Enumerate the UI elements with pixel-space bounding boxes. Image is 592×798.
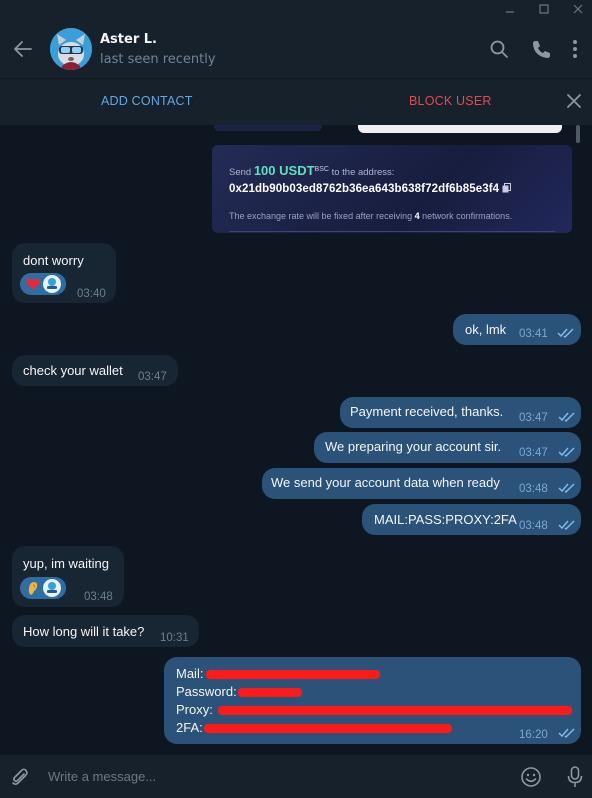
mail-label: Mail: bbox=[176, 666, 204, 681]
maximize-window-icon[interactable] bbox=[534, 2, 554, 20]
confirmation-count: 4 bbox=[414, 211, 420, 221]
message-time: 03:40 bbox=[77, 288, 106, 300]
read-double-check-icon bbox=[558, 447, 575, 458]
message-bubble-incoming[interactable]: How long will it take? 10:31 bbox=[12, 615, 199, 647]
wallet-address-text: 0x21db90b03ed8762b36ea643b638f72df6b85e3… bbox=[229, 183, 500, 195]
message-text: MAIL:PASS:PROXY:2FA bbox=[374, 512, 517, 527]
contact-action-bar: ADD CONTACT BLOCK USER bbox=[0, 78, 592, 126]
add-contact-button[interactable]: ADD CONTACT bbox=[101, 94, 193, 108]
send-prefix: Send bbox=[229, 167, 252, 178]
window-titlebar bbox=[0, 0, 592, 22]
exchange-rate-note: The exchange rate will be fixed after re… bbox=[229, 211, 512, 221]
message-time: 03:47 bbox=[138, 371, 167, 383]
reaction-badge[interactable] bbox=[20, 577, 66, 599]
message-text: ok, lmk bbox=[465, 322, 507, 337]
message-text: Payment received, thanks. bbox=[350, 404, 504, 419]
message-input[interactable]: Write a message... bbox=[48, 769, 156, 784]
peer-name[interactable]: Aster L. bbox=[100, 32, 157, 47]
note-suffix: network confirmations. bbox=[422, 211, 513, 221]
redacted-2fa bbox=[204, 724, 452, 733]
payment-amount: 100 USDT bbox=[253, 163, 315, 178]
ear-icon bbox=[24, 579, 42, 597]
screenshot-panel bbox=[214, 125, 322, 131]
more-options-icon[interactable] bbox=[565, 38, 587, 60]
avatar[interactable] bbox=[50, 28, 92, 70]
message-time: 03:48 bbox=[519, 520, 548, 532]
scrollbar[interactable] bbox=[576, 125, 580, 143]
read-double-check-icon bbox=[558, 728, 575, 739]
peer-status: last seen recently bbox=[100, 52, 216, 67]
message-time: 03:48 bbox=[519, 483, 548, 495]
redacted-proxy bbox=[218, 706, 572, 715]
message-bubble-incoming[interactable]: check your wallet 03:47 bbox=[12, 355, 178, 386]
message-text: We send your account data when ready bbox=[271, 475, 500, 490]
minimize-window-icon[interactable] bbox=[500, 2, 520, 20]
send-suffix: to the address: bbox=[331, 167, 395, 178]
back-arrow-icon[interactable] bbox=[10, 36, 36, 62]
copy-icon bbox=[502, 183, 512, 193]
message-list[interactable]: Send 100 USDTBSC to the address: 0x21db9… bbox=[0, 125, 592, 755]
read-double-check-icon bbox=[558, 520, 575, 531]
read-double-check-icon bbox=[557, 328, 574, 339]
read-double-check-icon bbox=[558, 483, 575, 494]
message-text: How long will it take? bbox=[23, 624, 145, 639]
search-icon[interactable] bbox=[488, 38, 510, 60]
payment-screenshot-image[interactable]: Send 100 USDTBSC to the address: 0x21db9… bbox=[212, 125, 572, 233]
phone-call-icon[interactable] bbox=[530, 38, 552, 60]
note-prefix: The exchange rate will be fixed after re… bbox=[229, 211, 413, 221]
chat-header: Aster L. last seen recently bbox=[0, 22, 592, 78]
message-text: dont worry bbox=[23, 253, 84, 268]
message-bubble-incoming[interactable]: yup, im waiting 03:48 bbox=[12, 546, 124, 607]
emoji-smile-icon[interactable] bbox=[520, 766, 542, 788]
microphone-icon[interactable] bbox=[565, 765, 585, 789]
message-bubble-incoming[interactable]: dont worry 03:40 bbox=[12, 243, 116, 303]
reaction-badge[interactable] bbox=[20, 273, 66, 295]
message-bubble-outgoing[interactable]: Payment received, thanks. 03:47 bbox=[340, 397, 581, 428]
close-icon[interactable] bbox=[565, 92, 583, 110]
password-label: Password: bbox=[176, 684, 237, 699]
close-window-icon[interactable] bbox=[568, 2, 588, 20]
wallet-address: 0x21db90b03ed8762b36ea643b638f72df6b85e3… bbox=[229, 183, 512, 195]
heart-icon bbox=[24, 275, 42, 293]
message-composer: Write a message... bbox=[0, 755, 592, 798]
message-text: We preparing your account sir. bbox=[325, 439, 502, 454]
payment-card: Send 100 USDTBSC to the address: 0x21db9… bbox=[212, 145, 572, 233]
reactor-avatar bbox=[43, 275, 61, 293]
divider bbox=[229, 231, 555, 232]
payment-instruction: Send 100 USDTBSC to the address: bbox=[229, 163, 394, 178]
message-time: 03:48 bbox=[84, 591, 113, 603]
message-time: 10:31 bbox=[160, 632, 189, 644]
block-user-button[interactable]: BLOCK USER bbox=[409, 94, 492, 108]
message-time: 16:20 bbox=[519, 729, 548, 741]
payment-network: BSC bbox=[314, 165, 329, 173]
message-time: 03:47 bbox=[519, 447, 548, 459]
message-bubble-outgoing[interactable]: We preparing your account sir. 03:47 bbox=[314, 432, 581, 463]
redacted-password bbox=[238, 688, 302, 697]
2fa-label: 2FA: bbox=[176, 720, 203, 735]
message-time: 03:47 bbox=[519, 412, 548, 424]
message-bubble-outgoing[interactable]: MAIL:PASS:PROXY:2FA 03:48 bbox=[362, 504, 581, 535]
redacted-mail bbox=[206, 670, 380, 679]
message-time: 03:41 bbox=[519, 328, 548, 340]
message-bubble-outgoing[interactable]: ok, lmk 03:41 bbox=[453, 314, 581, 345]
screenshot-button bbox=[358, 125, 562, 133]
message-text: check your wallet bbox=[23, 363, 123, 378]
proxy-label: Proxy: bbox=[176, 702, 213, 717]
credentials-message-bubble[interactable]: Mail: Password: Proxy: 2FA: 16:20 bbox=[164, 657, 581, 744]
reactor-avatar bbox=[43, 579, 61, 597]
message-bubble-outgoing[interactable]: We send your account data when ready 03:… bbox=[262, 468, 581, 499]
message-text: yup, im waiting bbox=[23, 556, 109, 571]
attach-paperclip-icon[interactable] bbox=[10, 767, 30, 787]
read-double-check-icon bbox=[558, 412, 575, 423]
